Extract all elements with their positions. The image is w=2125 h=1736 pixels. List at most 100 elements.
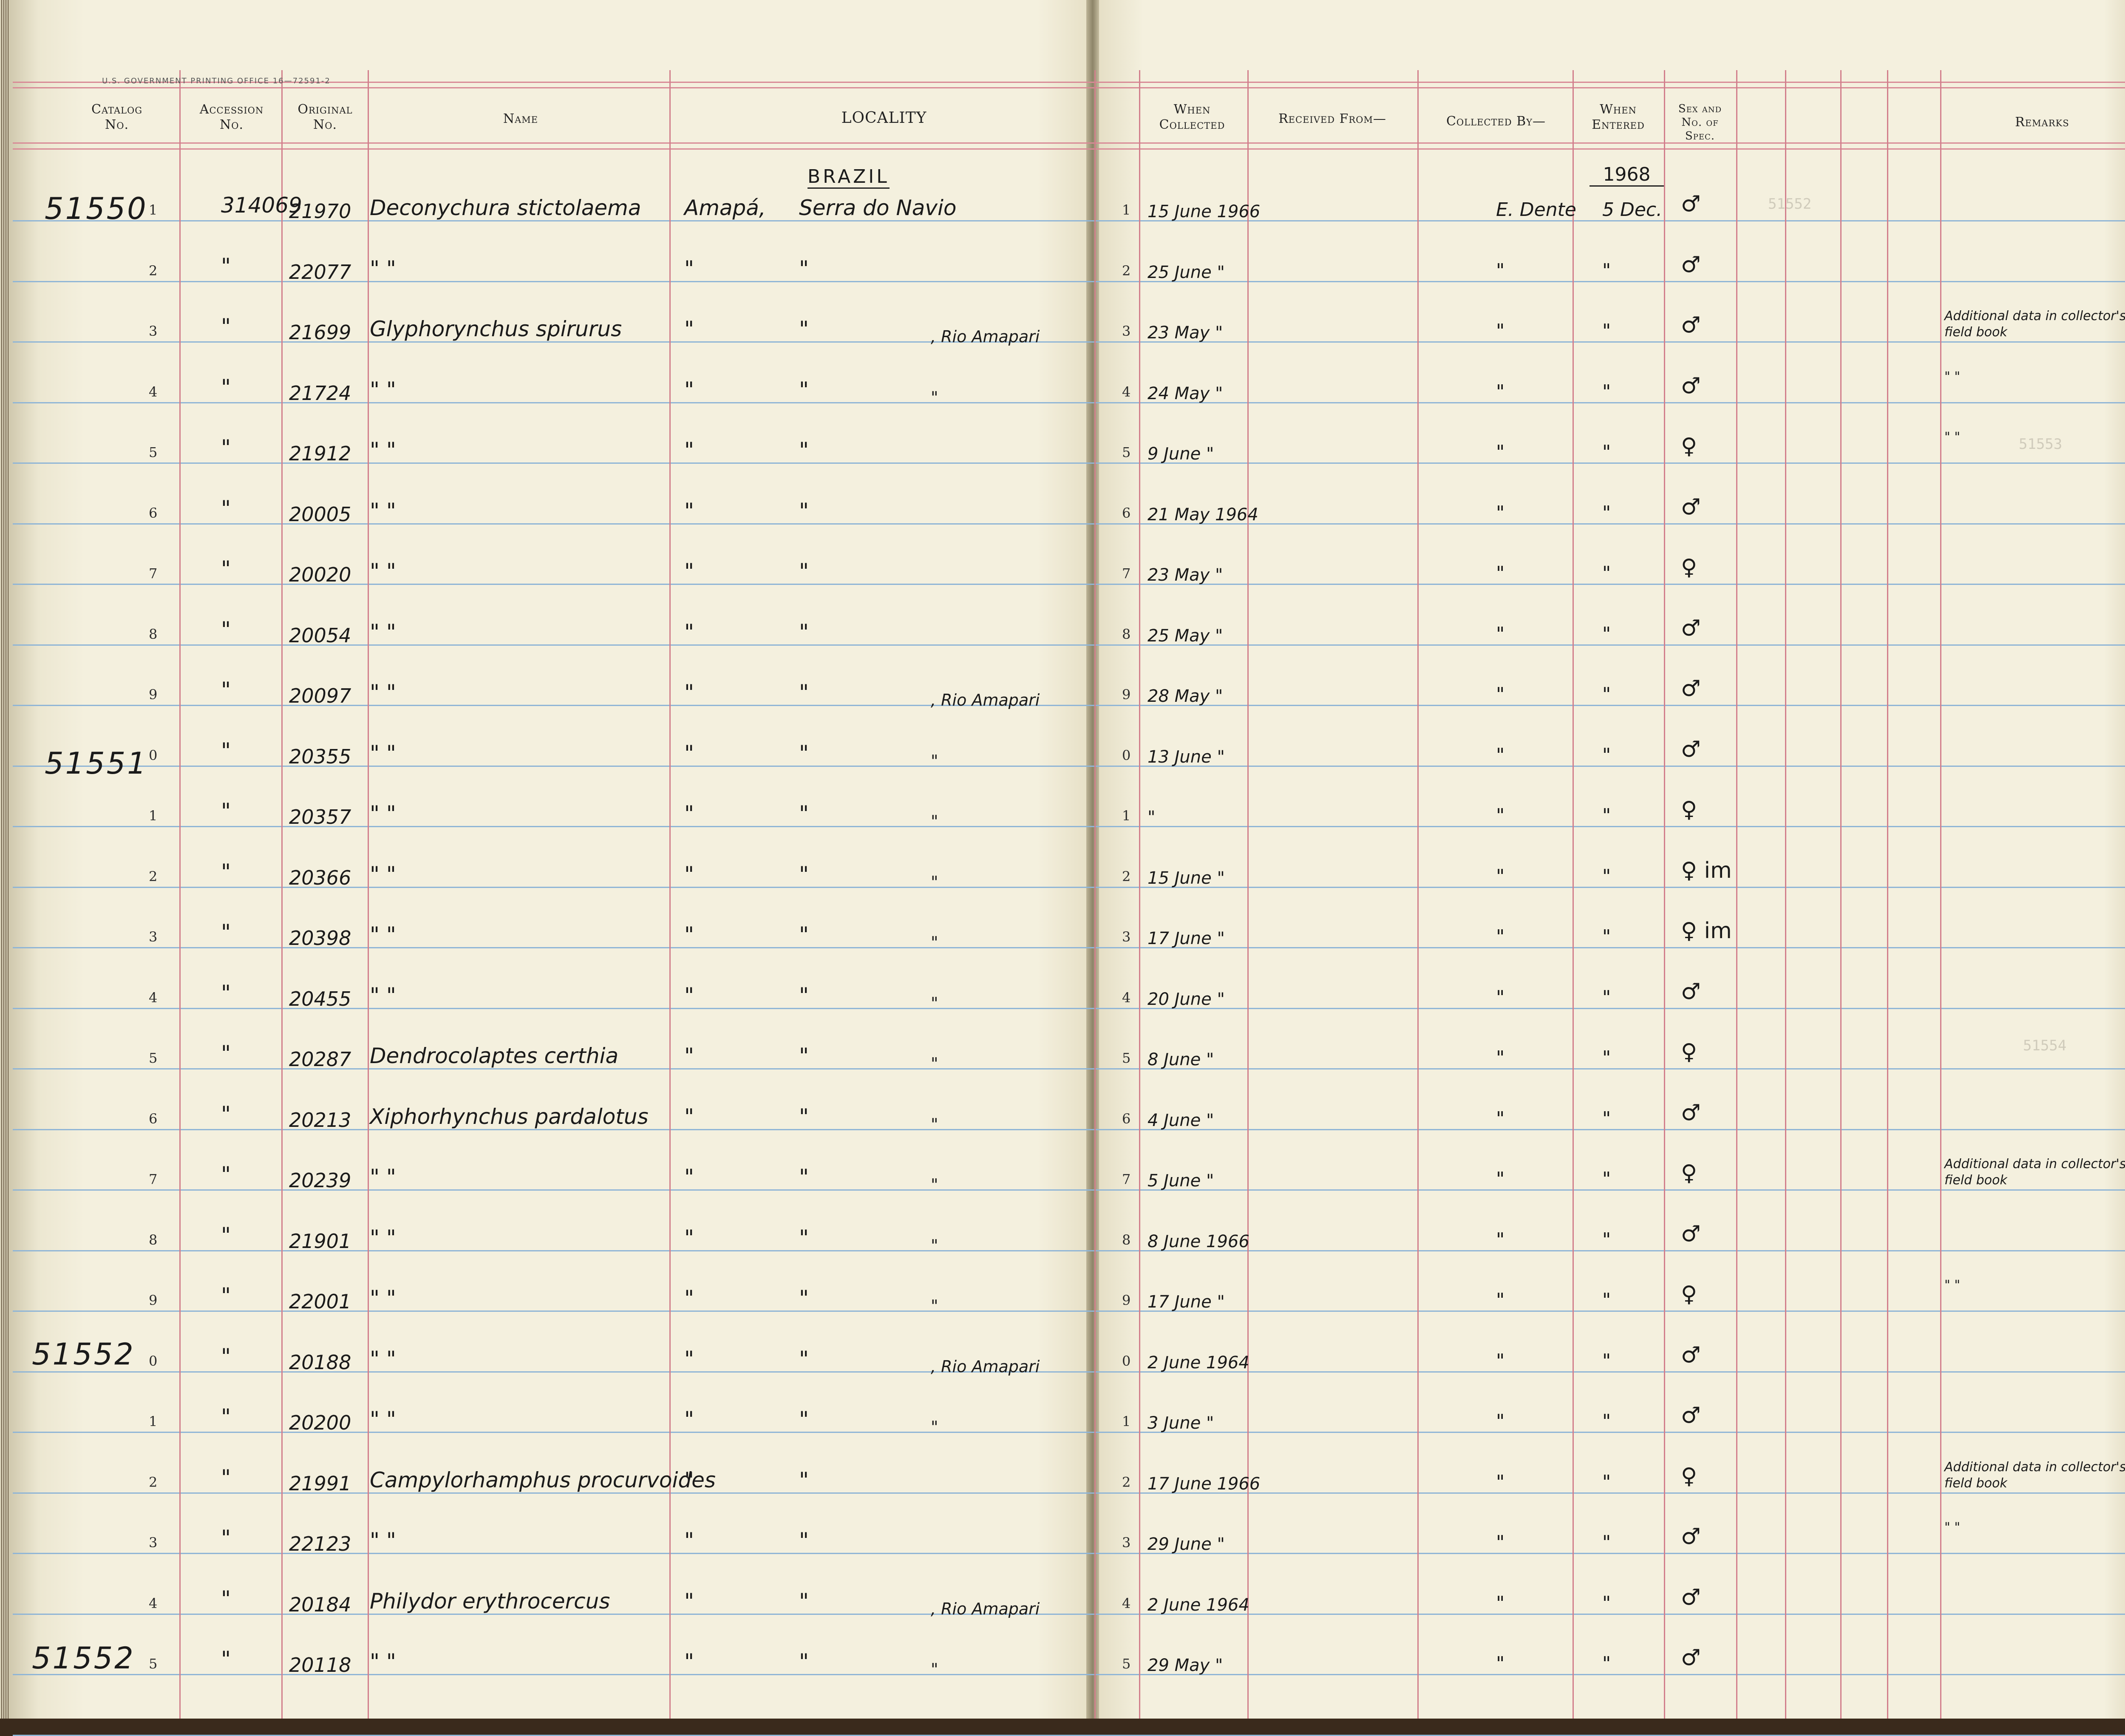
collected-by: ": [1496, 1108, 1505, 1129]
date-collected: 2 June 1964: [1148, 1595, 1250, 1615]
header-catalog: Catalog No.: [55, 102, 178, 133]
sex-symbol: ♂: [1681, 1221, 1701, 1247]
locality-region: ": [684, 680, 694, 705]
species-name: " ": [370, 1528, 396, 1553]
locality-detail: ": [931, 1418, 938, 1436]
row-serial: 8: [149, 1232, 158, 1248]
remark-note: Additional data in collector's field boo…: [1944, 309, 2125, 340]
locality-region: ": [684, 1044, 694, 1068]
header-sex-line2: No. of: [1681, 116, 1719, 129]
collected-by: ": [1496, 1532, 1505, 1553]
page-edges-left: [0, 0, 9, 1719]
species-name: Philydor erythrocercus: [370, 1589, 610, 1614]
row-serial: 3: [149, 1535, 158, 1551]
sex-symbol: ♂: [1681, 1524, 1701, 1549]
sex-symbol: ♂: [1681, 1585, 1701, 1610]
species-name: Campylorhamphus procurvoides: [370, 1468, 716, 1492]
row-serial-right: 5: [1122, 444, 1131, 460]
locality-region: ": [684, 1104, 694, 1129]
original-number: 20188: [289, 1351, 351, 1374]
locality-region: ": [684, 1286, 694, 1311]
column-rule: [1094, 70, 1096, 1719]
sex-symbol: ♂: [1681, 191, 1701, 217]
collected-by: ": [1496, 502, 1505, 524]
date-collected: ": [1148, 808, 1156, 827]
column-rule: [1572, 70, 1574, 1719]
date-collected: 8 June 1966: [1148, 1232, 1250, 1251]
original-number: 20213: [289, 1109, 351, 1132]
accession-number: ": [221, 375, 231, 400]
collected-by: ": [1496, 320, 1505, 342]
row-serial-right: 8: [1122, 1232, 1131, 1248]
column-rule: [281, 70, 283, 1719]
catalog-number-mark: 51552: [32, 1641, 135, 1676]
header-when-entered: When Entered: [1572, 102, 1664, 133]
column-rule: [1840, 70, 1842, 1719]
date-entered: ": [1602, 381, 1611, 403]
original-number: 21901: [289, 1230, 351, 1253]
row-serial: 2: [149, 868, 158, 885]
locality-detail: ": [931, 1054, 938, 1073]
locality-detail: ": [931, 388, 938, 407]
sex-symbol: ♀: [1681, 1282, 1697, 1307]
sex-symbol: ♂: [1681, 1403, 1701, 1428]
header-when-collected-line1: When: [1173, 102, 1211, 117]
original-number: 20118: [289, 1654, 351, 1676]
locality-detail: ": [931, 1660, 938, 1679]
column-rule: [1139, 70, 1140, 1719]
header-catalog-line1: Catalog: [91, 102, 142, 117]
row-serial-right: 4: [1122, 384, 1131, 400]
header-when-entered-line2: Entered: [1592, 117, 1645, 132]
locality-region: ": [684, 559, 694, 584]
locality-region: ": [684, 256, 694, 281]
red-rule: [13, 142, 2125, 144]
species-name: " ": [370, 1649, 396, 1674]
accession-number: ": [221, 981, 231, 1005]
date-entered: ": [1602, 1108, 1611, 1129]
locality-region: ": [684, 1225, 694, 1250]
collected-by: ": [1496, 1653, 1505, 1674]
row-serial: 5: [149, 444, 158, 460]
date-entered: ": [1602, 1653, 1611, 1674]
header-name: Name: [503, 111, 538, 126]
country-heading: BRAZIL: [808, 166, 890, 189]
sex-symbol: ♂: [1681, 1645, 1701, 1671]
date-entered: ": [1602, 987, 1611, 1008]
date-collected: 25 May ": [1148, 626, 1223, 646]
header-original-line2: No.: [313, 117, 337, 132]
row-serial-right: 0: [1122, 747, 1131, 763]
remark-note: Additional data in collector's field boo…: [1944, 1460, 2125, 1491]
locality-place: ": [799, 1165, 809, 1189]
species-name: " ": [370, 1165, 396, 1189]
ledger-book: U.S. GOVERNMENT PRINTING OFFICE 16—72591…: [0, 0, 2125, 1736]
original-number: 20366: [289, 866, 351, 889]
bleed-through-text: 51552: [1768, 196, 1812, 213]
locality-place: ": [799, 680, 809, 705]
accession-number: ": [221, 1586, 231, 1611]
date-collected: 15 June ": [1148, 868, 1225, 888]
locality-region: ": [684, 499, 694, 523]
accession-number: ": [221, 496, 231, 521]
row-serial-right: 2: [1122, 1474, 1131, 1490]
row-serial-right: 1: [1122, 808, 1131, 824]
date-collected: 13 June ": [1148, 747, 1225, 767]
date-collected: 17 June ": [1148, 929, 1225, 948]
date-entered: ": [1602, 1350, 1611, 1372]
original-number: 20184: [289, 1593, 351, 1616]
date-entered: ": [1602, 1289, 1611, 1311]
bleed-through-text: 51553: [2019, 436, 2063, 453]
locality-detail: ": [931, 1175, 938, 1194]
species-name: " ": [370, 1225, 396, 1250]
date-entered: ": [1602, 1229, 1611, 1251]
locality-place: ": [799, 1468, 809, 1492]
row-serial: 6: [149, 505, 158, 521]
row-serial: 1: [149, 808, 158, 824]
date-collected: 21 May 1964: [1148, 505, 1258, 525]
locality-place: ": [799, 1044, 809, 1068]
locality-detail: ": [931, 873, 938, 891]
date-collected: 15 June 1966: [1148, 202, 1261, 221]
original-number: 22001: [289, 1290, 351, 1313]
catalog-number-mark: 51551: [45, 746, 148, 781]
row-serial: 6: [149, 1111, 158, 1127]
locality-place: ": [799, 499, 809, 523]
